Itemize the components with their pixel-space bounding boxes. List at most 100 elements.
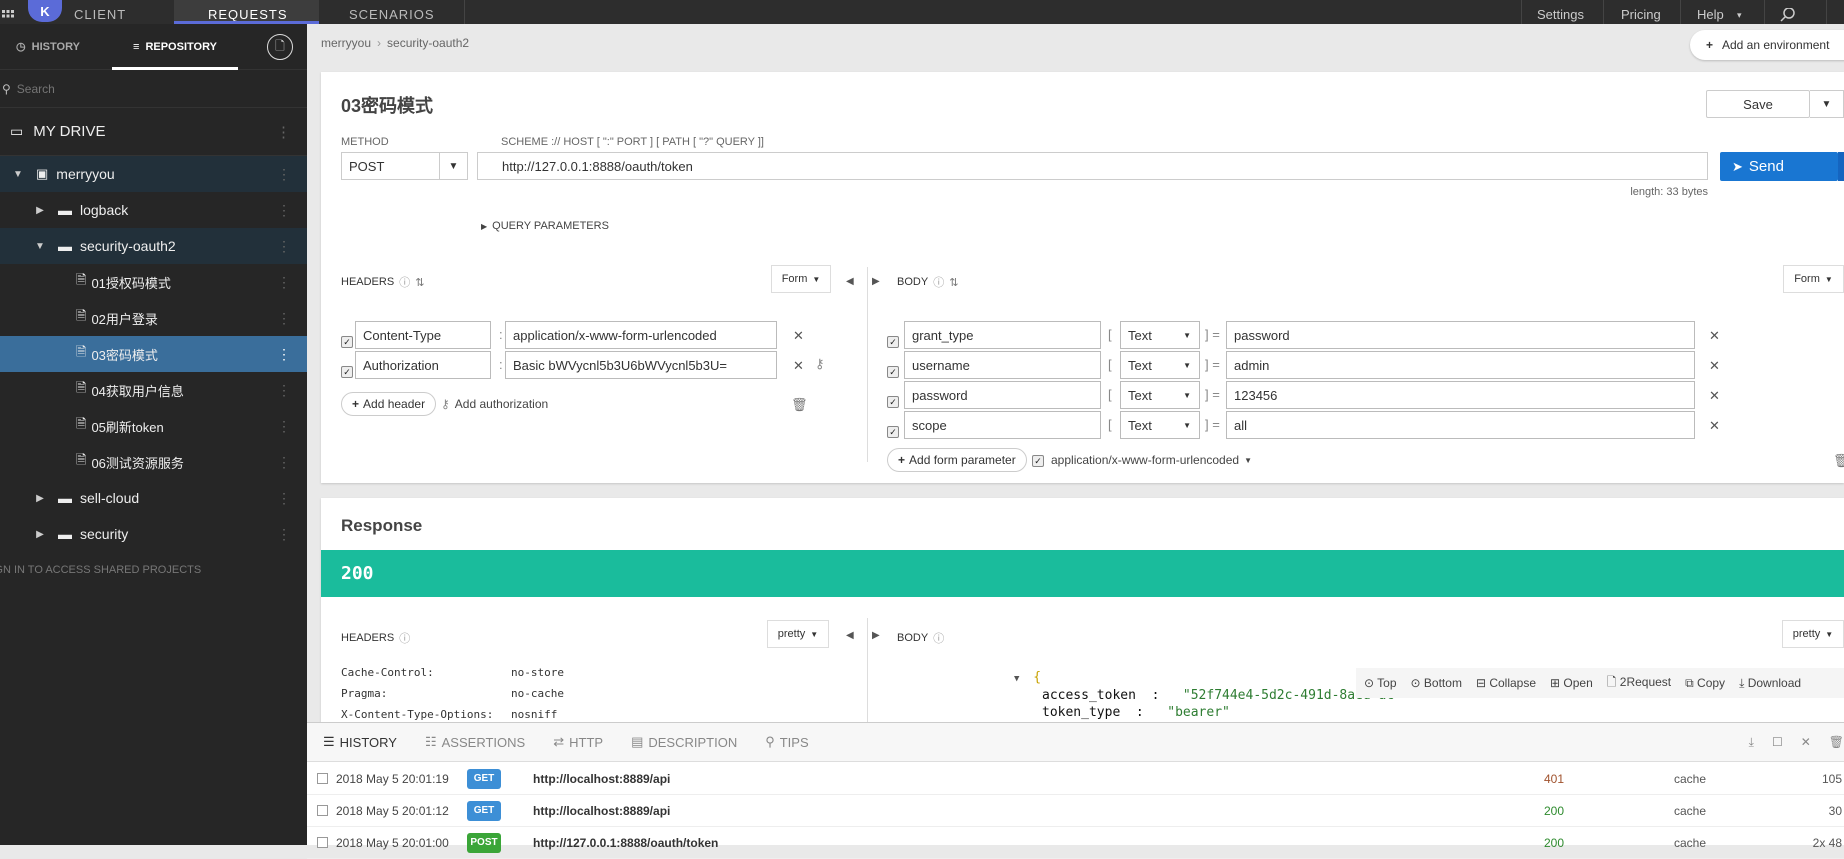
history-row-checkbox[interactable] <box>317 773 328 784</box>
send-button[interactable]: ➤ Send <box>1720 152 1838 181</box>
url-input[interactable]: http://127.0.0.1:8888/oauth/token <box>477 152 1708 180</box>
json-root-line[interactable]: ▼ { <box>1014 670 1041 685</box>
trash-icon[interactable]: 🗑 <box>1833 454 1844 467</box>
sort-icon[interactable]: ⇅ <box>415 276 424 289</box>
collapse-left-icon[interactable]: ◀ <box>846 275 854 288</box>
header-name-field[interactable]: Content-Type <box>355 321 491 349</box>
download-icon[interactable]: ⤓ <box>1749 735 1754 750</box>
kebab-icon[interactable]: ⋮ <box>277 238 291 254</box>
tree-item-request-06[interactable]: 🗎 06测试资源服务 ⋮ <box>0 444 307 480</box>
send-dropdown[interactable]: ▼ <box>1838 152 1844 181</box>
new-request-button[interactable]: 🗋 <box>267 34 293 60</box>
add-environment-button[interactable]: + Add an environment <box>1690 30 1844 60</box>
caret-right-icon[interactable]: ▶ <box>32 493 48 504</box>
header-enabled-checkbox[interactable]: ✓ <box>341 336 353 348</box>
my-drive-header[interactable]: ▭ MY DRIVE ⋮ <box>0 108 307 156</box>
request-title[interactable]: 03密码模式 <box>341 92 433 118</box>
body-param-value[interactable]: all <box>1226 411 1695 439</box>
response-headers-mode-select[interactable]: pretty ▼ <box>767 620 829 648</box>
content-type-checkbox[interactable]: ✓ <box>1032 455 1044 467</box>
kebab-icon[interactable]: ⋮ <box>277 454 291 470</box>
tree-item-security-oauth2[interactable]: ▼ ▬ security-oauth2 ⋮ <box>0 228 307 264</box>
breadcrumb-project[interactable]: merryyou <box>321 36 371 50</box>
help-icon[interactable]: ⓘ <box>933 630 944 646</box>
add-form-parameter-button[interactable]: + Add form parameter <box>887 448 1027 472</box>
pricing-link[interactable]: Pricing <box>1621 0 1681 24</box>
close-icon[interactable]: ✕ <box>793 329 804 342</box>
body-param-checkbox[interactable]: ✓ <box>887 426 899 438</box>
close-icon[interactable]: ✕ <box>1709 389 1720 402</box>
header-value-field[interactable]: application/x-www-form-urlencoded <box>505 321 777 349</box>
save-button[interactable]: Save <box>1706 90 1810 118</box>
body-param-value[interactable]: password <box>1226 321 1695 349</box>
settings-link[interactable]: Settings <box>1537 0 1607 24</box>
tree-item-sell-cloud[interactable]: ▶ ▬ sell-cloud ⋮ <box>0 480 307 516</box>
body-param-type-select[interactable]: Text ▼ <box>1120 411 1200 439</box>
body-param-type-select[interactable]: Text ▼ <box>1120 321 1200 349</box>
method-select[interactable]: POST <box>341 152 440 180</box>
tree-item-logback[interactable]: ▶ ▬ logback ⋮ <box>0 192 307 228</box>
json-copy-button[interactable]: ⧉ Copy <box>1685 676 1725 691</box>
tree-item-security[interactable]: ▶ ▬ security ⋮ <box>0 516 307 552</box>
caret-down-icon[interactable]: ▼ <box>1014 674 1019 684</box>
tree-item-request-03[interactable]: 🗎 03密码模式 ⋮ <box>0 336 307 372</box>
method-dropdown[interactable]: ▼ <box>440 152 468 180</box>
body-mode-select[interactable]: Form ▼ <box>1783 265 1844 293</box>
close-icon[interactable]: ✕ <box>1709 359 1720 372</box>
kebab-icon[interactable]: ⋮ <box>277 346 291 362</box>
key-icon[interactable]: ⚷ <box>815 357 825 370</box>
json-open-button[interactable]: ⊞ Open <box>1550 676 1593 690</box>
add-header-button[interactable]: + Add header <box>341 392 437 416</box>
caret-right-icon[interactable]: ▶ <box>32 529 48 540</box>
kebab-icon[interactable]: ⋮ <box>277 526 291 542</box>
json-top-button[interactable]: ⊙ Top <box>1364 676 1397 690</box>
headers-mode-select[interactable]: Form ▼ <box>771 265 831 293</box>
json-download-button[interactable]: ⤓ Download <box>1739 676 1801 691</box>
help-icon[interactable]: ⓘ <box>399 630 410 646</box>
body-param-type-select[interactable]: Text ▼ <box>1120 381 1200 409</box>
sort-icon[interactable]: ⇅ <box>949 276 958 289</box>
caret-down-icon[interactable]: ▼ <box>10 169 26 180</box>
tab-scenarios[interactable]: SCENARIOS <box>349 0 464 24</box>
tree-item-request-02[interactable]: 🗎 02用户登录 ⋮ <box>0 300 307 336</box>
query-parameters-toggle[interactable]: ▶ QUERY PARAMETERS <box>481 220 609 232</box>
history-row[interactable]: 2018 May 5 20:01:19 GET http://localhost… <box>307 763 1844 795</box>
breadcrumb-folder[interactable]: security-oauth2 <box>387 36 469 50</box>
kebab-icon[interactable]: ⋮ <box>277 274 291 290</box>
caret-down-icon[interactable]: ▼ <box>32 241 48 252</box>
help-icon[interactable]: ⓘ <box>399 274 410 290</box>
trash-icon[interactable]: 🗑 <box>1829 735 1844 750</box>
history-row[interactable]: 2018 May 5 20:01:00 POST http://127.0.0.… <box>307 827 1844 859</box>
body-param-name[interactable]: scope <box>904 411 1101 439</box>
history-row[interactable]: 2018 May 5 20:01:12 GET http://localhost… <box>307 795 1844 827</box>
tab-http[interactable]: ⇄ HTTP <box>553 734 603 750</box>
body-param-name[interactable]: password <box>904 381 1101 409</box>
tree-item-merryyou[interactable]: ▼ ▣ merryyou ⋮ <box>0 156 307 192</box>
close-icon[interactable]: ✕ <box>793 359 804 372</box>
content-type-select[interactable]: application/x-www-form-urlencoded ▼ <box>1051 453 1252 467</box>
sidebar-search-input[interactable] <box>16 81 267 96</box>
help-chevron-icon[interactable]: ▾ <box>1737 0 1749 24</box>
search-icon[interactable] <box>1780 0 1804 24</box>
collapse-left-icon[interactable]: ◀ <box>846 629 854 642</box>
tab-tips[interactable]: ⚲ TIPS <box>765 734 808 750</box>
header-name-field[interactable]: Authorization <box>355 351 491 379</box>
response-body-mode-select[interactable]: pretty ▼ <box>1782 620 1844 648</box>
tree-item-request-05[interactable]: 🗎 05刷新token ⋮ <box>0 408 307 444</box>
header-enabled-checkbox[interactable]: ✓ <box>341 366 353 378</box>
body-param-value[interactable]: 123456 <box>1226 381 1695 409</box>
app-logo[interactable]: K <box>28 0 64 24</box>
kebab-icon[interactable]: ⋮ <box>277 490 291 506</box>
history-row-checkbox[interactable] <box>317 837 328 848</box>
close-icon[interactable]: ✕ <box>1801 735 1811 750</box>
body-param-name[interactable]: grant_type <box>904 321 1101 349</box>
body-param-checkbox[interactable]: ✓ <box>887 336 899 348</box>
caret-right-icon[interactable]: ▶ <box>32 205 48 216</box>
trash-icon[interactable]: 🗑 <box>791 398 808 411</box>
kebab-icon[interactable]: ⋮ <box>277 166 291 182</box>
kebab-icon[interactable]: ⋮ <box>277 310 291 326</box>
maximize-icon[interactable]: ☐ <box>1772 735 1783 750</box>
help-link[interactable]: Help <box>1697 0 1737 24</box>
tab-history[interactable]: ◷ HISTORY <box>0 24 96 69</box>
tab-description[interactable]: ▤ DESCRIPTION <box>631 734 737 750</box>
